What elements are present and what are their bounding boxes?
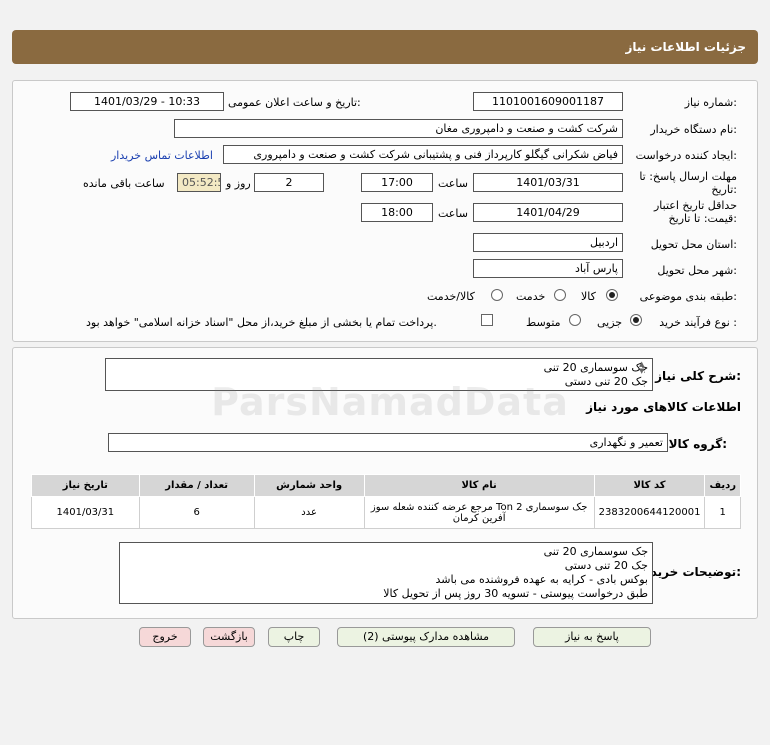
buyer-notes-line4: طبق درخواست پیوستی - تسویه 30 روز پس از … xyxy=(383,587,648,600)
goods-panel: شرح کلی نیاز: جک سوسماری 20 تنی جک 20 تن… xyxy=(12,347,758,619)
category-service-label: خدمت xyxy=(516,290,546,303)
description-scroll-arrows[interactable]: ▲ ▼ xyxy=(639,361,649,375)
remaining-time-label: ساعت باقی مانده xyxy=(83,177,165,190)
purchase-process-label: نوع فرآیند خرید : xyxy=(659,316,737,329)
deadline-label-line1: مهلت ارسال پاسخ: تا xyxy=(639,170,737,183)
need-number-field: 1101001609001187 xyxy=(473,92,623,111)
col-unit-header: واحد شمارش xyxy=(253,474,365,497)
remaining-days-field: 2 xyxy=(254,173,324,192)
table-row: 1 2383200644120001 جک سوسماری 2 Ton مرجع… xyxy=(31,496,741,529)
validity-label-line1: حداقل تاریخ اعتبار xyxy=(653,199,737,212)
need-description-field: جک سوسماری 20 تنی جک 20 تنی دستی xyxy=(105,358,653,391)
category-service-radio[interactable] xyxy=(554,289,566,301)
process-medium-radio[interactable] xyxy=(569,314,581,326)
row-name: جک سوسماری 2 Ton مرجع عرضه کننده شعله سو… xyxy=(363,496,595,529)
validity-time-label: ساعت xyxy=(438,207,468,220)
buyer-org-field: شرکت کشت و صنعت و دامپروری مغان xyxy=(174,119,623,138)
buyer-notes-line3: بوکس بادی - کرایه به عهده فروشنده می باش… xyxy=(435,573,649,586)
validity-label-line2: قیمت: تا تاریخ: xyxy=(668,212,737,225)
deadline-label-line2: تاریخ: xyxy=(711,183,737,196)
request-creator-label: ایجاد کننده درخواست: xyxy=(635,149,737,162)
process-minor-label: جزیی xyxy=(597,316,623,329)
page-header: جزئیات اطلاعات نیاز xyxy=(12,30,758,64)
col-index-header: ردیف xyxy=(704,474,741,497)
category-goods-service-radio[interactable] xyxy=(491,289,503,301)
category-goods-label: کالا xyxy=(581,290,596,303)
subject-category-label: طبقه بندی موضوعی: xyxy=(639,290,737,303)
treasury-payment-checkbox[interactable] xyxy=(481,314,493,326)
reply-button[interactable]: پاسخ به نیاز xyxy=(533,627,651,647)
category-goods-radio[interactable] xyxy=(606,289,618,301)
row-index: 1 xyxy=(704,496,741,529)
page-title: جزئیات اطلاعات نیاز xyxy=(625,40,746,54)
goods-table-header-row: ردیف کد کالا نام کالا واحد شمارش تعداد /… xyxy=(31,474,741,497)
remaining-time-field: 05:52:51 xyxy=(177,173,221,192)
deadline-time-label: ساعت xyxy=(438,177,468,190)
col-qty-header: تعداد / مقدار xyxy=(138,474,255,497)
days-label: روز و xyxy=(226,177,251,190)
print-button[interactable]: چاپ xyxy=(268,627,320,647)
treasury-payment-note: پرداخت تمام یا بخشی از مبلغ خرید،از محل … xyxy=(86,316,437,329)
category-goods-service-label: کالا/خدمت xyxy=(427,290,475,303)
province-field: اردبیل xyxy=(473,233,623,252)
buyer-org-label: نام دستگاه خریدار: xyxy=(650,123,737,136)
back-button[interactable]: بازگشت xyxy=(203,627,255,647)
goods-table: ردیف کد کالا نام کالا واحد شمارش تعداد /… xyxy=(31,474,741,529)
exit-button[interactable]: خروج xyxy=(139,627,191,647)
buyer-contact-link[interactable]: اطلاعات تماس خریدار xyxy=(111,149,213,162)
col-code-header: کد کالا xyxy=(593,474,706,497)
validity-time-field: 18:00 xyxy=(361,203,433,222)
deadline-time-field: 17:00 xyxy=(361,173,433,192)
province-label: استان محل تحویل: xyxy=(650,238,737,251)
need-description-label: شرح کلی نیاز: xyxy=(655,369,741,383)
need-description-line2: جک 20 تنی دستی xyxy=(564,375,648,388)
buyer-notes-field: جک سوسماری 20 تنی جک 20 تنی دستی بوکس با… xyxy=(119,542,653,604)
goods-group-field: تعمیر و نگهداری xyxy=(108,433,668,452)
need-description-line1: جک سوسماری 20 تنی xyxy=(543,361,648,374)
col-name-header: نام کالا xyxy=(363,474,595,497)
row-unit: عدد xyxy=(253,496,365,529)
buyer-notes-line1: جک سوسماری 20 تنی xyxy=(543,545,648,558)
row-qty: 6 xyxy=(138,496,255,529)
city-field: پارس آباد xyxy=(473,259,623,278)
validity-date-field: 1401/04/29 xyxy=(473,203,623,222)
goods-group-label: گروه کالا: xyxy=(668,437,727,451)
need-number-label: شماره نیاز: xyxy=(684,96,737,109)
buyer-notes-label: توضیحات خریدار: xyxy=(639,565,741,579)
chevron-down-icon[interactable]: ▼ xyxy=(639,367,644,375)
col-date-header: تاریخ نیاز xyxy=(31,474,140,497)
row-date: 1401/03/31 xyxy=(31,496,140,529)
deadline-date-field: 1401/03/31 xyxy=(473,173,623,192)
request-creator-field: فیاض شکرانی گیگلو کارپرداز فنی و پشتیبان… xyxy=(223,145,623,164)
announce-date-field: 1401/03/29 - 10:33 xyxy=(70,92,224,111)
buyer-notes-line2: جک 20 تنی دستی xyxy=(564,559,648,572)
need-info-panel: شماره نیاز: 1101001609001187 تاریخ و ساع… xyxy=(12,80,758,342)
row-code: 2383200644120001 xyxy=(593,496,706,529)
process-medium-label: متوسط xyxy=(526,316,561,329)
announce-date-label: تاریخ و ساعت اعلان عمومی: xyxy=(228,96,361,109)
process-minor-radio[interactable] xyxy=(630,314,642,326)
goods-section-title: اطلاعات کالاهای مورد نیاز xyxy=(586,400,741,414)
city-label: شهر محل تحویل: xyxy=(657,264,737,277)
view-attachments-button[interactable]: مشاهده مدارک پیوستی (2) xyxy=(337,627,515,647)
